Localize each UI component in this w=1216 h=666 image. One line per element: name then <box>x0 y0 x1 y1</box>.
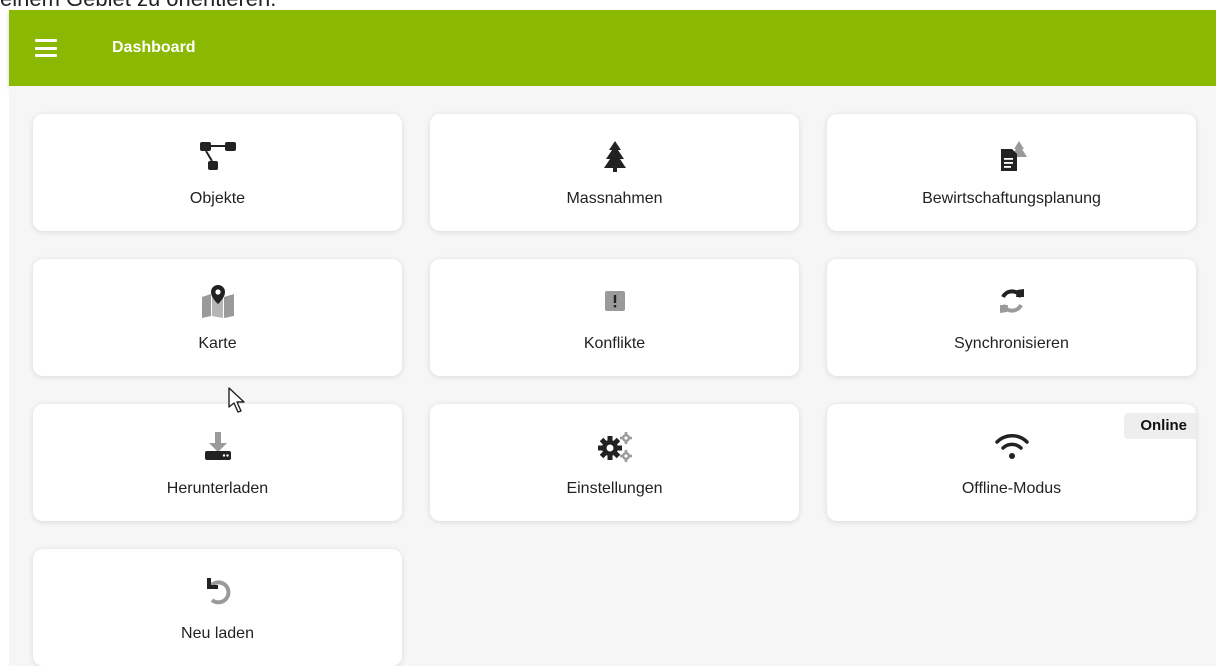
tile-einstellungen[interactable]: Einstellungen <box>430 404 799 521</box>
mouse-cursor-icon <box>228 387 245 413</box>
tile-label: Herunterladen <box>166 480 269 497</box>
download-icon <box>194 428 242 464</box>
tile-label: Neu laden <box>181 625 254 642</box>
page-title: Dashboard <box>112 39 196 56</box>
tile-offline-modus[interactable]: Online Offline-Modus <box>827 404 1196 521</box>
tile-label: Konflikte <box>583 335 646 352</box>
dashboard-grid: Objekte Massnahmen Bewirtschaftungsplanu… <box>9 86 1216 666</box>
app-bar: Dashboard <box>9 10 1216 86</box>
tile-label: Massnahmen <box>566 190 663 207</box>
wifi-icon <box>988 428 1036 464</box>
tile-label: Bewirtschaftungsplanung <box>922 190 1101 207</box>
menu-icon[interactable] <box>35 39 57 57</box>
tile-label: Synchronisieren <box>954 335 1069 352</box>
alert-square-icon <box>591 283 639 319</box>
document-tree-icon <box>988 138 1036 174</box>
tree-icon <box>591 138 639 174</box>
tile-bewirtschaftungsplanung[interactable]: Bewirtschaftungsplanung <box>827 114 1196 231</box>
reload-icon <box>194 573 242 609</box>
map-pin-icon <box>194 283 242 319</box>
tile-massnahmen[interactable]: Massnahmen <box>430 114 799 231</box>
tile-label: Objekte <box>189 190 246 207</box>
tile-label: Karte <box>198 335 237 352</box>
tile-objekte[interactable]: Objekte <box>33 114 402 231</box>
tile-synchronisieren[interactable]: Synchronisieren <box>827 259 1196 376</box>
tile-konflikte[interactable]: Konflikte <box>430 259 799 376</box>
tile-label: Einstellungen <box>566 480 663 497</box>
tile-label: Offline-Modus <box>961 480 1062 497</box>
tile-karte[interactable]: Karte <box>33 259 402 376</box>
sync-icon <box>988 283 1036 319</box>
gears-icon <box>591 428 639 464</box>
object-group-icon <box>194 138 242 174</box>
tile-neu-laden[interactable]: Neu laden <box>33 549 402 666</box>
status-badge: Online <box>1124 413 1196 439</box>
tile-herunterladen[interactable]: Herunterladen <box>33 404 402 521</box>
